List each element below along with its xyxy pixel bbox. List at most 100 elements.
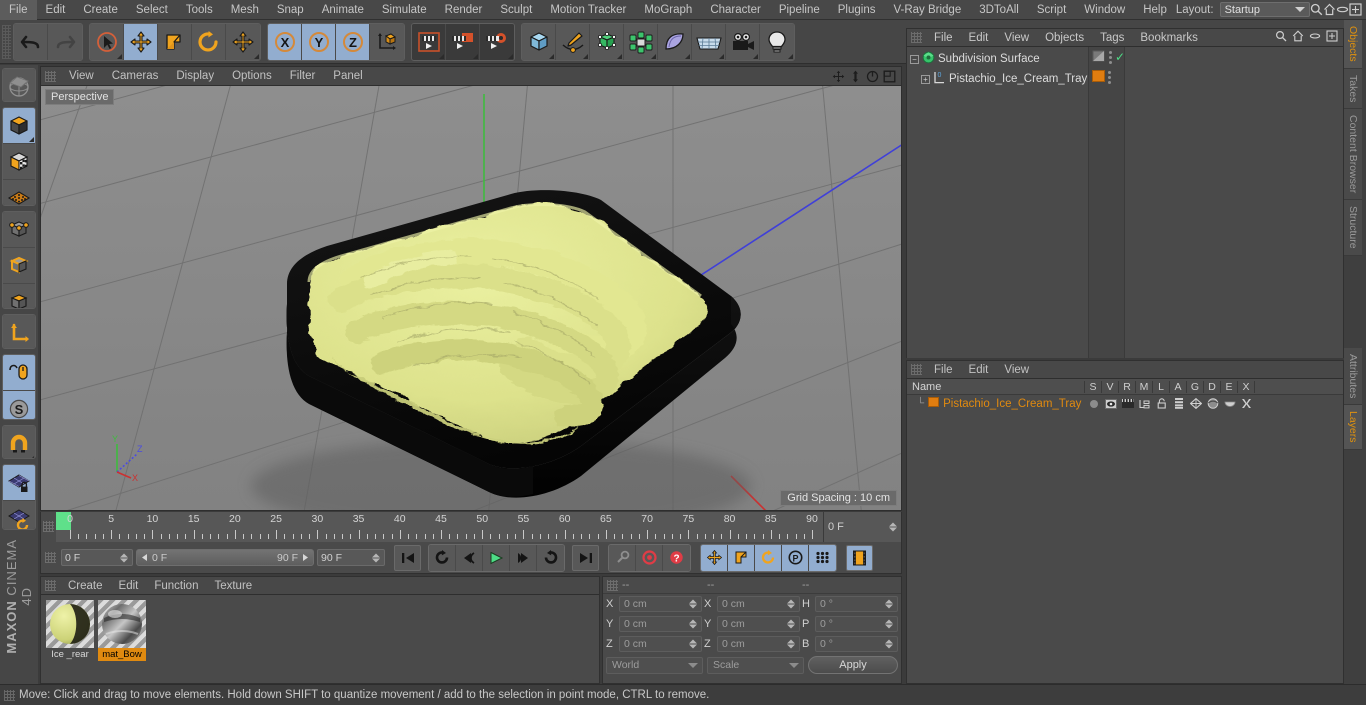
size-y-stepper[interactable]	[787, 619, 795, 629]
object-row-pistachio-tray[interactable]: + 0 Pistachio_Ice_Cream_Tray	[907, 69, 1088, 89]
viewport-menu-panel[interactable]: Panel	[324, 67, 371, 86]
menu-tools[interactable]: Tools	[177, 0, 222, 20]
layer-visible-icon[interactable]	[1102, 398, 1119, 409]
rotation-h-stepper[interactable]	[885, 599, 893, 609]
object-menu-view[interactable]: View	[996, 29, 1037, 47]
make-editable-icon[interactable]	[3, 69, 35, 102]
tool-options-corner[interactable]	[549, 53, 554, 59]
material-menu-edit[interactable]: Edit	[111, 577, 147, 595]
layer-menu-edit[interactable]: Edit	[961, 361, 997, 379]
rotation-p-stepper[interactable]	[885, 619, 893, 629]
size-x-input[interactable]: 0 cm	[717, 596, 800, 612]
layer-generator-icon[interactable]	[1187, 398, 1204, 409]
layer-row[interactable]: └ Pistachio_Ice_Cream_Tray	[907, 395, 1343, 412]
render-settings-button[interactable]	[480, 23, 514, 60]
axis-z-button[interactable]: Z	[336, 23, 370, 60]
object-menu-edit[interactable]: Edit	[961, 29, 997, 47]
column-v[interactable]: V	[1102, 380, 1119, 393]
layer-menu-view[interactable]: View	[996, 361, 1037, 379]
tool-options-corner[interactable]	[651, 53, 656, 59]
tool-options-corner[interactable]	[254, 53, 259, 59]
move-tool-button[interactable]	[124, 23, 158, 60]
orbit-icon[interactable]	[865, 69, 880, 84]
menu-animate[interactable]: Animate	[313, 0, 373, 20]
maximize-viewport-icon[interactable]	[882, 69, 897, 84]
menu-motion-tracker[interactable]: Motion Tracker	[541, 0, 635, 20]
play-backward-button[interactable]	[537, 544, 564, 571]
column-m[interactable]: M	[1136, 380, 1153, 393]
goto-end-button[interactable]	[572, 544, 599, 571]
move-world-tool-button[interactable]	[226, 23, 260, 60]
tool-options-corner[interactable]	[753, 53, 758, 59]
magnet-icon[interactable]	[3, 425, 35, 459]
tool-options-corner[interactable]	[117, 53, 122, 59]
tool-options-corner[interactable]	[29, 137, 34, 143]
column-r[interactable]: R	[1119, 380, 1136, 393]
position-y-stepper[interactable]	[689, 619, 697, 629]
search-icon[interactable]	[1275, 30, 1287, 45]
layer-expression-icon[interactable]	[1221, 398, 1238, 409]
tab-structure[interactable]: Structure	[1344, 200, 1362, 256]
menu-create[interactable]: Create	[74, 0, 127, 20]
tab-layers[interactable]: Layers	[1344, 405, 1362, 450]
workplane-lock-icon[interactable]	[3, 465, 35, 502]
tool-options-corner[interactable]	[29, 455, 34, 459]
material-tag-icon[interactable]	[1092, 69, 1105, 85]
enabled-check-icon[interactable]: ✓	[1115, 51, 1125, 63]
light-button[interactable]	[760, 23, 794, 60]
column-x[interactable]: X	[1238, 380, 1255, 393]
scale-tool-button[interactable]	[158, 23, 192, 60]
current-frame-stepper[interactable]	[120, 553, 128, 562]
size-x-stepper[interactable]	[787, 599, 795, 609]
tool-options-corner[interactable]	[685, 53, 690, 59]
frame-stepper[interactable]	[889, 522, 897, 532]
step-back-button[interactable]	[456, 544, 483, 571]
tool-options-corner[interactable]	[617, 53, 622, 59]
preview-range-bar[interactable]: 0 F 90 F	[136, 549, 314, 566]
viewport-menu-cameras[interactable]: Cameras	[103, 67, 168, 86]
dolly-icon[interactable]	[848, 69, 863, 84]
object-tree[interactable]: − Subdivision Surface + 0 Pistachio_Ice_…	[907, 47, 1089, 358]
position-z-stepper[interactable]	[689, 639, 697, 649]
tool-options-corner[interactable]	[439, 53, 444, 59]
key-rotation-button[interactable]	[755, 544, 782, 571]
render-view-button[interactable]	[412, 23, 446, 60]
search-icon[interactable]	[1310, 1, 1323, 19]
tool-options-corner[interactable]	[719, 53, 724, 59]
tab-content-browser[interactable]: Content Browser	[1344, 109, 1362, 201]
tab-takes[interactable]: Takes	[1344, 68, 1362, 110]
layer-manager-icon[interactable]	[1136, 399, 1153, 409]
snap-settings-icon[interactable]: S	[3, 390, 35, 419]
apply-button[interactable]: Apply	[808, 656, 898, 674]
subdivision-state-icon[interactable]	[1092, 50, 1106, 65]
position-x-stepper[interactable]	[689, 599, 697, 609]
status-grip[interactable]	[4, 689, 15, 701]
undo-button[interactable]	[14, 23, 48, 60]
max-frame-input[interactable]: 90 F	[317, 549, 385, 566]
menu-file[interactable]: File	[0, 0, 37, 20]
texture-mode-icon[interactable]	[3, 144, 35, 181]
rotation-b-stepper[interactable]	[885, 639, 893, 649]
timeline-toggle-button[interactable]	[846, 544, 873, 571]
material-thumbnail[interactable]	[46, 600, 94, 648]
axis-y-button[interactable]: Y	[302, 23, 336, 60]
object-row-subdivision-surface[interactable]: − Subdivision Surface	[907, 49, 1088, 69]
autokey-button[interactable]	[609, 544, 636, 571]
goto-start-button[interactable]	[394, 544, 421, 571]
rotate-tool-button[interactable]	[192, 23, 226, 60]
tool-options-corner[interactable]	[508, 53, 513, 59]
pan-icon[interactable]	[831, 69, 846, 84]
home-icon[interactable]	[1292, 30, 1304, 45]
material-menu-create[interactable]: Create	[60, 577, 111, 595]
timeline-grip[interactable]	[43, 521, 54, 532]
tool-options-corner[interactable]	[788, 53, 793, 59]
size-y-input[interactable]: 0 cm	[717, 616, 800, 632]
object-manager-empty-area[interactable]	[1125, 47, 1343, 358]
size-z-input[interactable]: 0 cm	[717, 636, 800, 652]
key-point-level-button[interactable]	[809, 544, 836, 571]
coordinate-system-select[interactable]: World	[606, 656, 703, 674]
timeline-frame-field[interactable]: 0 F	[823, 512, 901, 542]
object-menu-bookmarks[interactable]: Bookmarks	[1132, 29, 1206, 47]
tag-dots[interactable]	[1108, 70, 1111, 84]
render-region-button[interactable]	[446, 23, 480, 60]
